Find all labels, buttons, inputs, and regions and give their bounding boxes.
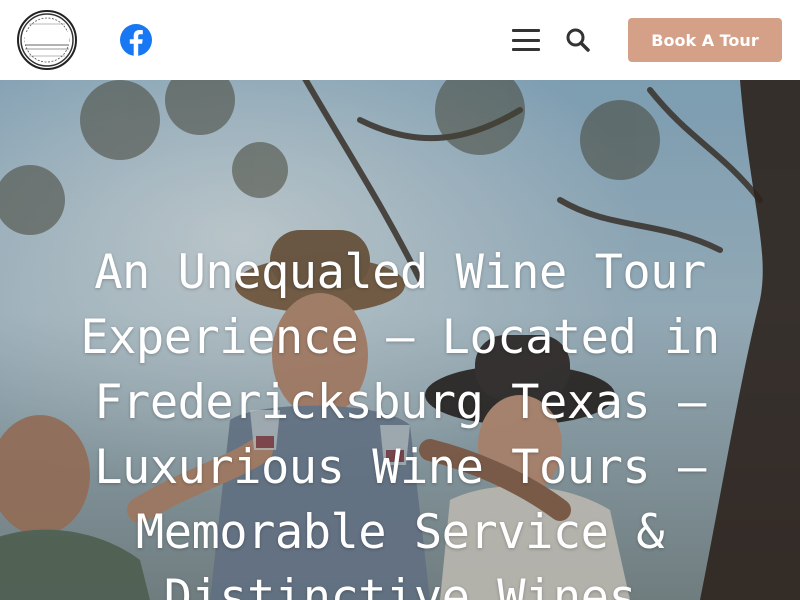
hamburger-menu-icon[interactable]	[510, 26, 542, 54]
site-logo[interactable]	[17, 10, 77, 70]
book-a-tour-button[interactable]: Book A Tour	[628, 18, 782, 62]
facebook-icon	[120, 24, 152, 56]
hero-title: An Unequaled Wine Tour Experience – Loca…	[80, 245, 720, 600]
menu-bar-bottom	[512, 48, 540, 51]
menu-bar-middle	[512, 38, 540, 42]
search-icon[interactable]	[565, 27, 591, 53]
hero-banner: An Unequaled Wine Tour Experience – Loca…	[0, 80, 800, 600]
about-town-logo-icon	[20, 13, 74, 67]
menu-bar-top	[512, 29, 540, 32]
site-header: Book A Tour	[0, 0, 800, 80]
facebook-link[interactable]	[120, 24, 152, 56]
